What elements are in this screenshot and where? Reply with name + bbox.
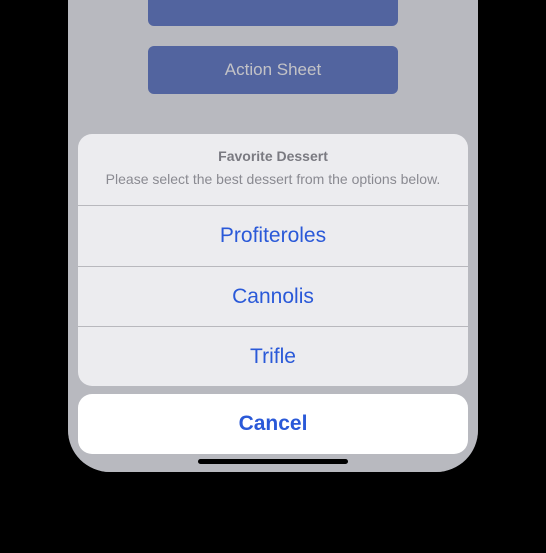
action-option-profiteroles[interactable]: Profiteroles — [78, 206, 468, 266]
device-screen: Action Sheet Favorite Dessert Please sel… — [68, 0, 478, 472]
action-sheet-card: Favorite Dessert Please select the best … — [78, 134, 468, 386]
action-sheet-header: Favorite Dessert Please select the best … — [78, 134, 468, 206]
action-sheet-message: Please select the best dessert from the … — [102, 170, 444, 189]
outer-frame: Action Sheet Favorite Dessert Please sel… — [0, 0, 546, 553]
home-indicator[interactable] — [198, 459, 348, 464]
action-option-label: Trifle — [250, 345, 296, 369]
action-option-cannolis[interactable]: Cannolis — [78, 266, 468, 326]
action-option-label: Profiteroles — [220, 224, 326, 248]
action-sheet: Favorite Dessert Please select the best … — [78, 134, 468, 454]
action-option-trifle[interactable]: Trifle — [78, 326, 468, 386]
device-frame: Action Sheet Favorite Dessert Please sel… — [50, 0, 496, 490]
cancel-label: Cancel — [239, 412, 308, 436]
action-option-label: Cannolis — [232, 285, 314, 309]
action-sheet-title: Favorite Dessert — [102, 148, 444, 164]
cancel-button[interactable]: Cancel — [78, 394, 468, 454]
action-sheet-options: Profiteroles Cannolis Trifle — [78, 206, 468, 386]
